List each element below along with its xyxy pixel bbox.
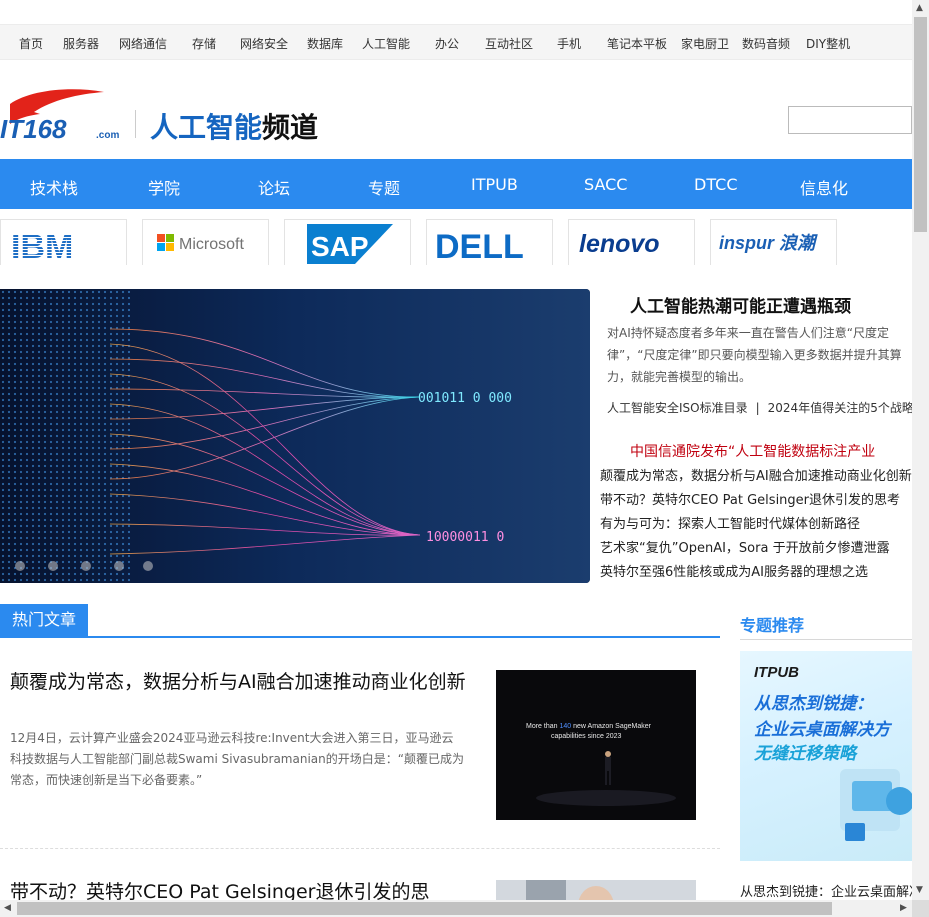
slider-dot[interactable] [15,561,25,571]
main-nav-item-dtcc[interactable]: DTCC [694,175,738,194]
hot-articles-tab[interactable]: 热门文章 [0,604,88,638]
news-item[interactable]: 有为与可为：探索人工智能时代媒体创新路径 [600,513,912,537]
scrollbar-corner [912,900,929,917]
main-nav-item-topics[interactable]: 专题 [368,175,400,199]
article-thumbnail[interactable]: More than 140 new Amazon SageMaker capab… [496,670,696,820]
svg-text:10000011 0: 10000011 0 [426,530,504,545]
top-nav-item-audio[interactable]: 数码音频 [742,35,790,52]
logo-suffix: .com [96,130,119,141]
svg-text:SAP: SAP [311,231,369,262]
main-nav-item-forum[interactable]: 论坛 [258,175,290,199]
headline-title[interactable]: 人工智能热潮可能正遭遇瓶颈 [630,292,851,317]
scroll-up-arrow-icon[interactable]: ▲ [916,4,923,13]
partner-logo-lenovo[interactable]: lenovo [568,219,695,265]
main-nav-item-sacc[interactable]: SACC [584,175,627,194]
svg-text:More than 140 new Amazon SageM: More than 140 new Amazon SageMaker [526,723,652,730]
svg-text:inspur 浪潮: inspur 浪潮 [719,233,818,253]
article-title[interactable]: 颠覆成为常态，数据分析与AI融合加速推动商业化创新 [10,670,470,694]
svg-text:lenovo: lenovo [579,230,660,258]
partner-logo-microsoft[interactable]: Microsoft [142,219,269,265]
horizontal-scrollbar-thumb[interactable] [17,902,832,915]
scroll-down-arrow-icon[interactable]: ▼ [916,886,923,895]
channel-title-suffix: 频道 [262,111,319,144]
article-desc: 12月4日，云计算产业盛会2024亚马逊云科技re:Invent大会进入第三日，… [10,731,464,787]
banner-brand: ITPUB [754,664,799,681]
top-nav-item-laptop[interactable]: 笔记本平板 [607,35,667,52]
sidebar-caption[interactable]: 从思杰到锐捷：企业云桌面解决方案 [740,881,912,900]
sidebar-header: 专题推荐 [740,612,912,640]
svg-text:capabilities since 2023: capabilities since 2023 [551,733,622,740]
subtopic-link[interactable]: 2024年值得关注的5个战略 [768,401,912,415]
hero-slider-image[interactable]: 001011 0 000 10000011 0 [0,289,590,583]
svg-text:从思杰到锐捷：: 从思杰到锐捷： [754,694,873,714]
main-nav-item-academy[interactable]: 学院 [148,175,180,199]
svg-text:001011 0 000: 001011 0 000 [418,391,512,406]
article-title[interactable]: 带不动？英特尔CEO Pat Gelsinger退休引发的思 [10,880,480,900]
sidebar-title: 专题推荐 [740,616,805,635]
partner-logo-ibm[interactable]: IBM [0,219,127,265]
news-item[interactable]: 艺术家“复仇”OpenAI，Sora 于开放前夕惨遭泄露 [600,537,912,561]
subtopic-separator: | [755,401,760,415]
search-input[interactable] [788,106,912,134]
top-nav-item-phone[interactable]: 手机 [557,35,581,52]
svg-text:无缝迁移策略: 无缝迁移策略 [753,744,859,764]
slider-dot[interactable] [114,561,124,571]
partner-logo-inspur[interactable]: inspur 浪潮 [710,219,837,265]
top-nav-item-community[interactable]: 互动社区 [485,35,533,52]
svg-text:IBM: IBM [11,228,73,265]
article-thumbnail[interactable] [496,880,696,900]
news-item[interactable]: 颠覆成为常态，数据分析与AI融合加速推动商业化创新 [600,465,912,489]
partner-logo-dell[interactable]: DELL [426,219,553,265]
scroll-right-arrow-icon[interactable]: ▶ [900,904,907,913]
featured-red-link[interactable]: 中国信通院发布“人工智能数据标注产业 [630,441,912,461]
main-nav: 技术栈 学院 论坛 专题 ITPUB SACC DTCC 信息化 [0,159,912,209]
logo-text: IT168 [0,114,67,142]
scroll-left-arrow-icon[interactable]: ◀ [4,904,11,913]
top-nav-item-database[interactable]: 数据库 [307,35,343,52]
logo-divider [135,110,136,138]
top-nav-item-server[interactable]: 服务器 [63,35,99,52]
top-nav-item-diy[interactable]: DIY整机 [806,35,850,52]
vertical-scrollbar-thumb[interactable] [914,17,927,232]
subtopic-link[interactable]: 人工智能安全ISO标准目录 [607,401,748,415]
top-nav-item-security[interactable]: 网络安全 [240,35,288,52]
top-nav-item-ai[interactable]: 人工智能 [362,35,410,52]
channel-title: 人工智能频道 [150,106,318,146]
slider-dot[interactable] [48,561,58,571]
news-item[interactable]: 带不动？英特尔CEO Pat Gelsinger退休引发的思考 [600,489,912,513]
slider-dot[interactable] [81,561,91,571]
top-nav-item-office[interactable]: 办公 [435,35,459,52]
svg-text:企业云桌面解决方: 企业云桌面解决方 [754,720,893,740]
main-nav-item-techstack[interactable]: 技术栈 [30,175,78,199]
news-item[interactable]: 英特尔至强6性能核或成为AI服务器的理想之选 [600,561,912,585]
main-nav-item-informatization[interactable]: 信息化 [800,175,848,199]
sidebar-banner[interactable]: ITPUB 从思杰到锐捷： 企业云桌面解决方 无缝迁移策略 [740,651,912,861]
top-nav-item-home[interactable]: 首页 [19,35,43,52]
top-nav-item-network[interactable]: 网络通信 [119,35,167,52]
headline-summary: 对AI持怀疑态度者多年来一直在警告人们注意“尺度定律”，“尺度定律”即只要向模型… [607,326,902,384]
channel-title-main: 人工智能 [150,111,263,144]
main-nav-item-itpub[interactable]: ITPUB [471,175,518,194]
article-divider [0,848,720,849]
slider-dot[interactable] [143,561,153,571]
svg-text:DELL: DELL [435,228,524,265]
top-nav-item-appliance[interactable]: 家电厨卫 [681,35,729,52]
site-logo[interactable]: IT168 .com [0,86,125,144]
news-list: 颠覆成为常态，数据分析与AI融合加速推动商业化创新 带不动？英特尔CEO Pat… [600,465,912,585]
svg-text:Microsoft: Microsoft [179,236,244,253]
top-nav: 首页 服务器 网络通信 存储 网络安全 数据库 人工智能 办公 互动社区 手机 … [0,24,912,60]
top-nav-item-storage[interactable]: 存储 [192,35,216,52]
headline-subtopics: 人工智能安全ISO标准目录 | 2024年值得关注的5个战略 [607,399,912,416]
partner-logo-sap[interactable]: SAP [284,219,411,265]
hot-articles-header: 热门文章 [0,604,720,638]
